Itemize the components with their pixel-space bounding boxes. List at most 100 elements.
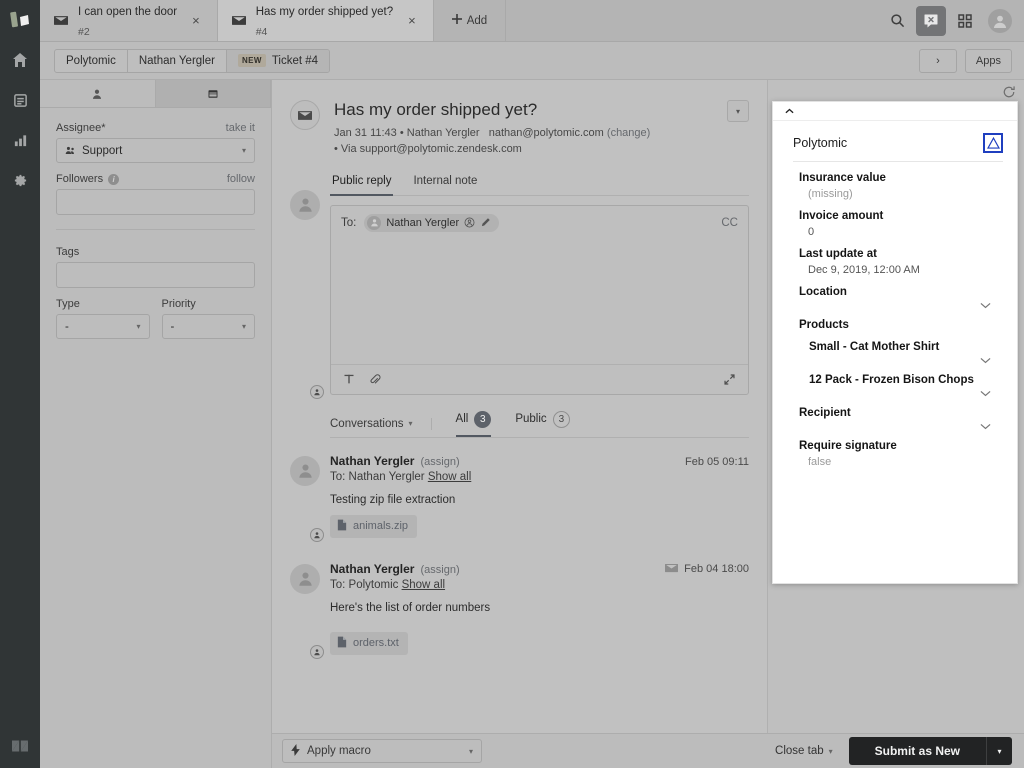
gear-icon (14, 174, 26, 186)
close-tab-button[interactable]: Close tab ▾ (775, 745, 833, 757)
expand-recipient-button[interactable] (799, 423, 1003, 430)
left-nav-rail (0, 0, 40, 768)
attachment-name: orders.txt (353, 637, 399, 650)
conversations-label: Conversations (330, 417, 404, 430)
chevron-down-icon (980, 303, 991, 309)
attachment-chip[interactable]: orders.txt (330, 631, 408, 655)
filter-public[interactable]: Public 3 (515, 410, 571, 437)
ticket-tab-4[interactable]: Has my order shipped yet? #4 × (217, 0, 434, 41)
brand-logo[interactable] (0, 0, 40, 40)
user-avatar-icon[interactable] (988, 8, 1012, 33)
breadcrumb-label: Polytomic (66, 54, 116, 67)
add-tab-label: Add (466, 14, 488, 27)
pencil-icon[interactable] (480, 217, 491, 228)
mail-icon (54, 15, 68, 26)
assignee-select[interactable]: Support ▾ (56, 138, 255, 163)
ticket-date: Jan 31 11:43 (334, 127, 397, 139)
tab-close-icon[interactable]: × (403, 11, 421, 30)
tags-input[interactable] (56, 262, 255, 288)
priority-select[interactable]: - ▾ (161, 314, 255, 339)
properties-tabs (40, 80, 271, 108)
avatar (290, 189, 320, 220)
field-key: Insurance value (799, 172, 886, 184)
views-icon (13, 93, 27, 107)
breadcrumb-item-organization[interactable]: Polytomic (55, 49, 128, 72)
search-icon[interactable] (882, 6, 912, 36)
nav-item-home[interactable] (0, 40, 40, 80)
next-ticket-button[interactable]: › (918, 48, 957, 73)
apply-macro-label: Apply macro (307, 745, 371, 757)
nav-item-views[interactable] (0, 80, 40, 120)
ticket-collapse-button[interactable]: ▾ (727, 100, 749, 122)
nav-item-reporting[interactable] (0, 120, 40, 160)
tab-public-reply[interactable]: Public reply (330, 172, 394, 196)
tags-label: Tags (56, 246, 80, 258)
ticket-tab-2[interactable]: I can open the door #2 × (40, 0, 218, 41)
filter-label: All (455, 413, 469, 426)
composer-toolbar (331, 363, 748, 394)
message-text: Testing zip file extraction (330, 493, 456, 506)
cc-button[interactable]: CC (721, 217, 738, 229)
chevron-down-icon: ▾ (828, 746, 833, 756)
reply-text-area[interactable] (331, 238, 748, 364)
show-all-link[interactable]: Show all (402, 579, 445, 591)
nav-item-admin[interactable] (0, 160, 40, 200)
chat-icon[interactable] (916, 5, 946, 36)
change-requester-link[interactable]: (change) (607, 127, 650, 139)
text-format-icon[interactable] (343, 373, 355, 385)
reply-type-tabs: Public reply Internal note (330, 172, 749, 196)
tab-number: #2 (78, 25, 90, 38)
message-recipients: To: Polytomic Show all (330, 579, 749, 591)
breadcrumb-item-ticket[interactable]: NEW Ticket #4 (226, 49, 330, 72)
followers-field: Followers i follow (56, 173, 255, 215)
chevron-down-icon (980, 424, 991, 430)
tab-close-icon[interactable]: × (187, 11, 205, 30)
meta-separator: • (399, 127, 404, 139)
conversations-selector[interactable]: Conversations ▾ (330, 417, 432, 430)
submit-options-button[interactable]: ▾ (986, 737, 1012, 765)
type-select[interactable]: - ▾ (56, 314, 150, 339)
field-value: 0 (808, 226, 815, 238)
panel-field-last-update-at: Last update at Dec 9, 2019, 12:00 AM (773, 238, 1017, 276)
message-recipients: To: Nathan Yergler Show all (330, 471, 749, 483)
expand-icon[interactable] (723, 373, 736, 386)
expand-product-1-button[interactable] (809, 357, 1003, 364)
assign-link[interactable]: (assign) (420, 564, 459, 576)
ticket-main-column: Has my order shipped yet? Jan 31 11:43 •… (272, 80, 768, 733)
filter-all[interactable]: All 3 (455, 410, 492, 437)
message-author: Nathan Yergler (330, 561, 415, 576)
tab-ticket-fields[interactable] (155, 80, 271, 107)
message-to: To: Polytomic (330, 578, 399, 591)
followers-input[interactable] (56, 189, 255, 215)
tab-text-block: I can open the door #2 (78, 1, 177, 41)
add-tab-button[interactable]: Add (434, 0, 507, 41)
apply-macro-select[interactable]: Apply macro ▾ (282, 739, 482, 763)
message-text: Here's the list of order numbers (330, 601, 491, 614)
expand-product-2-button[interactable] (809, 390, 1003, 397)
properties-body: Assignee* take it Support ▾ Followers i … (40, 108, 271, 339)
apps-button[interactable]: Apps (964, 48, 1012, 73)
expand-location-button[interactable] (799, 302, 1003, 309)
file-icon (337, 636, 347, 651)
recipient-chip[interactable]: Nathan Yergler (364, 213, 500, 232)
composer-main: Public reply Internal note To: Nathan Ye… (330, 172, 749, 395)
breadcrumb-item-requester[interactable]: Nathan Yergler (128, 49, 227, 72)
take-it-link[interactable]: take it (226, 122, 255, 134)
attachment-icon[interactable] (369, 373, 381, 386)
panel-collapse-button[interactable] (773, 102, 1017, 121)
info-icon[interactable]: i (108, 173, 120, 185)
apps-grid-icon[interactable] (950, 6, 980, 36)
composer-avatar-wrap (290, 172, 324, 399)
tab-internal-note[interactable]: Internal note (411, 172, 479, 196)
attachment-chip[interactable]: animals.zip (330, 514, 418, 538)
panel-field-insurance-value: Insurance value (missing) (773, 162, 1017, 200)
type-value: - (65, 320, 69, 333)
chevron-down-icon: ▾ (136, 322, 141, 331)
tab-user-info[interactable] (40, 80, 156, 107)
followers-label: Followers (56, 173, 104, 185)
follow-link[interactable]: follow (227, 173, 255, 185)
list-item: Nathan Yergler (assign) Feb 05 09:11 To:… (272, 438, 767, 542)
submit-as-new-button[interactable]: Submit as New (848, 737, 986, 765)
assign-link[interactable]: (assign) (420, 456, 459, 468)
show-all-link[interactable]: Show all (428, 471, 471, 483)
